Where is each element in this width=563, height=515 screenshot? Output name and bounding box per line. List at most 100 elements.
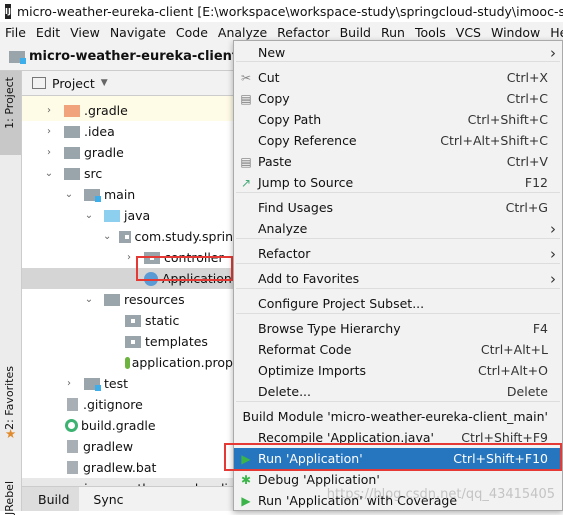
menu-item-label: Jump to Source (258, 175, 354, 190)
menu-item-analyze[interactable]: Analyze › (234, 218, 562, 239)
bottom-tool-tabs: Build Sync (22, 486, 233, 511)
menu-item-label: Optimize Imports (258, 363, 367, 378)
tree-item[interactable]: build.gradle (22, 415, 233, 436)
tab-jrebel[interactable]: JRebel (3, 481, 16, 515)
menu-item-label: New (258, 45, 286, 60)
menu-run[interactable]: Run (376, 25, 410, 40)
file-icon (67, 398, 78, 411)
resources-folder-icon (104, 293, 120, 306)
menu-vcs[interactable]: VCS (451, 25, 486, 40)
tree-item[interactable]: › gradle (22, 142, 233, 163)
menu-item-copy-reference[interactable]: Copy Reference Ctrl+Alt+Shift+C (234, 130, 562, 151)
menu-item-shortcut: Ctrl+Alt+L (480, 342, 548, 357)
chevron-right-icon[interactable]: › (42, 126, 56, 137)
menu-item-shortcut: Ctrl+X (506, 70, 548, 85)
tree-item[interactable]: ⌄ resources (22, 289, 233, 310)
menu-item-jump-to-source[interactable]: ↗ Jump to Source F12 (234, 172, 562, 193)
menu-item-label: Analyze (258, 221, 308, 236)
menu-item-add-to-favorites[interactable]: Add to Favorites › (234, 268, 562, 289)
menu-item-build-module-micro-weather-eureka-client-main[interactable]: Build Module 'micro-weather-eureka-clien… (234, 406, 562, 427)
menu-item-copy-path[interactable]: Copy Path Ctrl+Shift+C (234, 109, 562, 130)
chevron-right-icon: › (550, 269, 556, 288)
menu-item-label: Build Module 'micro-weather-eureka-clien… (242, 409, 548, 424)
menu-item-shortcut: Ctrl+V (506, 154, 548, 169)
menu-help[interactable]: He (545, 25, 563, 40)
chevron-down-icon[interactable]: ⌄ (82, 210, 96, 221)
menu-analyze[interactable]: Analyze (213, 25, 272, 40)
folder-icon (64, 104, 80, 117)
menu-item-label: Refactor (258, 246, 311, 261)
menu-item-paste[interactable]: ▤ Paste Ctrl+V (234, 151, 562, 172)
menu-item-shortcut: Ctrl+Shift+C (467, 112, 548, 127)
folder-icon (125, 314, 141, 327)
tree-item[interactable]: › test (22, 373, 233, 394)
chevron-right-icon: › (550, 219, 556, 238)
menu-item-cut[interactable]: ✂ Cut Ctrl+X (234, 67, 562, 88)
menu-item-copy[interactable]: ▤ Copy Ctrl+C (234, 88, 562, 109)
menu-item-browse-type-hierarchy[interactable]: Browse Type Hierarchy F4 (234, 318, 562, 339)
menu-build[interactable]: Build (335, 25, 376, 40)
tree-item[interactable]: .gitignore (22, 394, 233, 415)
tree-item[interactable]: application.prop (22, 352, 233, 373)
menu-item-new[interactable]: New › (234, 42, 562, 63)
module-folder-icon (9, 50, 26, 64)
menu-item-find-usages[interactable]: Find Usages Ctrl+G (234, 197, 562, 218)
coverage-icon: ▶ (241, 493, 251, 508)
menu-item-optimize-imports[interactable]: Optimize Imports Ctrl+Alt+O (234, 360, 562, 381)
spring-properties-icon (125, 356, 130, 369)
tree-item[interactable]: templates (22, 331, 233, 352)
file-icon (67, 440, 78, 453)
menu-window[interactable]: Window (486, 25, 545, 40)
tab-build[interactable]: Build (22, 487, 80, 511)
menu-view[interactable]: View (65, 25, 105, 40)
menu-item-shortcut: F4 (532, 321, 548, 336)
menu-item-reformat-code[interactable]: Reformat Code Ctrl+Alt+L (234, 339, 562, 360)
tree-item[interactable]: ⌄ main (22, 184, 233, 205)
tree-item[interactable]: ⌄ java (22, 205, 233, 226)
chevron-right-icon[interactable]: › (122, 252, 136, 263)
menu-item-label: Browse Type Hierarchy (258, 321, 401, 336)
tree-item[interactable]: static (22, 310, 233, 331)
chevron-right-icon: › (550, 244, 556, 263)
menu-item-label: Cut (258, 70, 280, 85)
chevron-right-icon[interactable]: › (42, 147, 56, 158)
tree-item[interactable]: › .gradle (22, 100, 233, 121)
tree-item[interactable]: micro-weather-eureka-clie (22, 478, 233, 486)
chevron-right-icon[interactable]: › (42, 105, 56, 116)
title-bar: IJ micro-weather-eureka-client [E:\works… (0, 0, 563, 22)
chevron-right-icon[interactable]: › (62, 378, 76, 389)
menu-code[interactable]: Code (171, 25, 213, 40)
menu-item-label: Find Usages (258, 200, 334, 215)
folder-icon (64, 125, 80, 138)
menu-tools[interactable]: Tools (410, 25, 451, 40)
chevron-down-icon[interactable]: ⌄ (42, 168, 56, 179)
menu-item-refactor[interactable]: Refactor › (234, 243, 562, 264)
project-view-selector[interactable]: Project (52, 76, 95, 91)
menu-item-label: Copy (258, 91, 290, 106)
tree-item[interactable]: › .idea (22, 121, 233, 142)
tree-item[interactable]: gradlew (22, 436, 233, 457)
menu-item-shortcut: F12 (524, 175, 548, 190)
menu-edit[interactable]: Edit (31, 25, 65, 40)
tab-favorites[interactable]: 2: Favorites (3, 366, 16, 430)
chevron-down-icon[interactable]: ⌄ (102, 231, 113, 242)
tree-item[interactable]: gradlew.bat (22, 457, 233, 478)
menu-file[interactable]: File (0, 25, 31, 40)
menu-item-configure-project-subset[interactable]: Configure Project Subset... (234, 293, 562, 314)
tree-item[interactable]: ⌄ src (22, 163, 233, 184)
menu-navigate[interactable]: Navigate (105, 25, 171, 40)
menu-item-delete[interactable]: Delete... Delete (234, 381, 562, 402)
tab-sync[interactable]: Sync (79, 492, 137, 507)
folder-icon (64, 146, 80, 159)
intellij-logo-icon: IJ (5, 3, 11, 19)
menu-item-shortcut: Ctrl+C (506, 91, 548, 106)
menu-refactor[interactable]: Refactor (272, 25, 334, 40)
chevron-down-icon[interactable]: ▼ (101, 78, 108, 88)
menu-item-label: Copy Path (258, 112, 322, 127)
breadcrumb-project[interactable]: micro-weather-eureka-client (29, 49, 238, 64)
tree-item[interactable]: ⌄ com.study.sprin (22, 226, 233, 247)
tab-project[interactable]: 1: Project (3, 77, 16, 129)
chevron-down-icon[interactable]: ⌄ (82, 294, 96, 305)
chevron-down-icon[interactable]: ⌄ (62, 189, 76, 200)
project-tree: › .gradle › .idea › gradle ⌄ src ⌄ main ⌄ java… (22, 96, 233, 486)
